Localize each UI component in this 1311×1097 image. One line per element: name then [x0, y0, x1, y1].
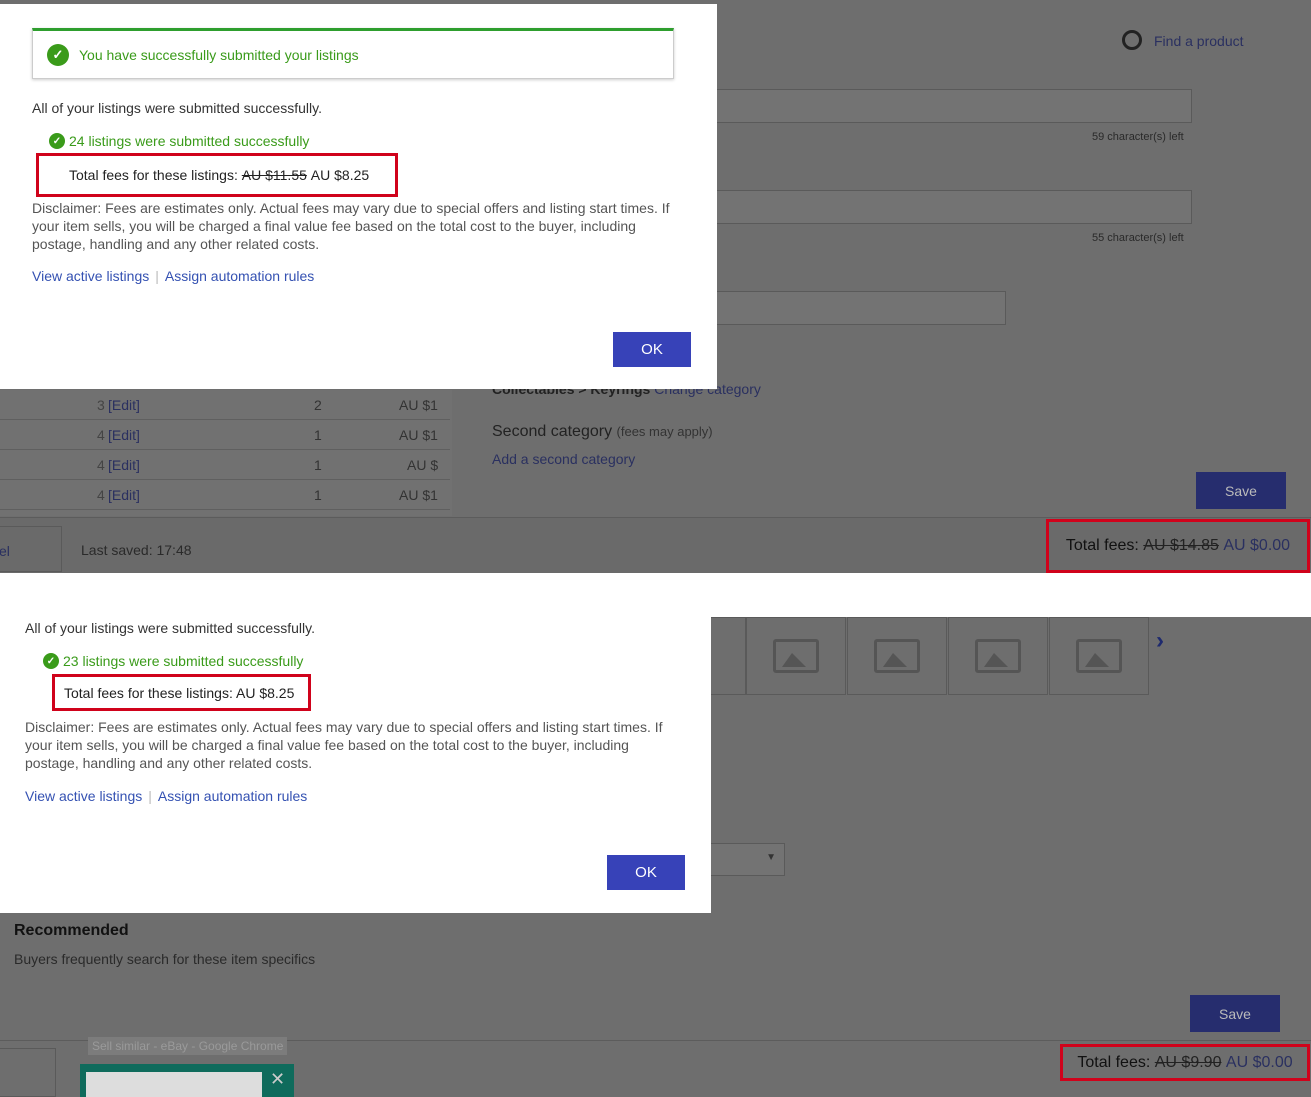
chevron-right-icon[interactable]: ›	[1156, 627, 1164, 655]
check-circle-icon: ✓	[43, 653, 59, 669]
taskbar-preview[interactable]: ✕	[80, 1064, 294, 1097]
ok-button[interactable]: OK	[613, 332, 691, 367]
photo-strip	[645, 617, 1150, 695]
taskbar-tooltip: Sell similar - eBay - Google Chrome	[88, 1037, 288, 1055]
listing-table: 3 [Edit] 2 AU $1 4 [Edit] 1 AU $1 4 [Edit] 1 AU $…	[0, 390, 452, 516]
search-icon[interactable]	[1122, 30, 1142, 50]
dropdown[interactable]: ▼	[700, 843, 785, 876]
ok-button[interactable]: OK	[607, 855, 685, 890]
success-dialog: All of your listings were submitted succ…	[0, 617, 711, 913]
image-placeholder-icon[interactable]	[874, 639, 920, 673]
close-icon[interactable]: ✕	[270, 1069, 285, 1090]
save-button[interactable]: Save	[1190, 995, 1280, 1032]
image-placeholder-icon[interactable]	[975, 639, 1021, 673]
sku-input[interactable]	[700, 291, 1006, 325]
view-active-listings-link[interactable]: View active listings	[32, 268, 149, 284]
table-row: 4 [Edit] 1 AU $1	[0, 420, 450, 450]
find-product-link[interactable]: Find a product	[1154, 33, 1244, 49]
success-dialog: ✓ You have successfully submitted your li…	[0, 4, 717, 389]
subtitle-input[interactable]	[700, 190, 1192, 224]
table-row: 4 [Edit] 1 AU $	[0, 450, 450, 480]
disclaimer: Disclaimer: Fees are estimates only. Act…	[25, 719, 663, 771]
second-category: Second category (fees may apply)	[492, 423, 713, 440]
check-circle-icon: ✓	[49, 133, 65, 149]
save-button[interactable]: Save	[1196, 472, 1286, 509]
image-placeholder-icon[interactable]	[773, 639, 819, 673]
table-row: 3 [Edit] 2 AU $1	[0, 390, 450, 420]
check-circle-icon: ✓	[47, 43, 69, 66]
recommended-subtext: Buyers frequently search for these item …	[14, 951, 316, 967]
success-banner: ✓ You have successfully submitted your li…	[32, 28, 674, 79]
total-fees-highlight: Total fees: AU $14.85 AU $0.00	[1046, 519, 1310, 573]
view-active-listings-link[interactable]: View active listings	[25, 788, 142, 804]
fees-highlight: Total fees for these listings: AU $8.25	[52, 674, 311, 711]
summary-text: All of your listings were submitted succ…	[25, 620, 315, 636]
fees-highlight: Total fees for these listings: AU $11.55…	[36, 153, 398, 197]
summary-text: All of your listings were submitted succ…	[32, 100, 322, 116]
count-text: ✓ 24 listings were submitted successfully	[49, 133, 309, 149]
image-placeholder-icon[interactable]	[1076, 639, 1122, 673]
assign-automation-rules-link[interactable]: Assign automation rules	[165, 268, 314, 284]
cancel-button[interactable]: el	[0, 526, 62, 572]
count-text: ✓ 23 listings were submitted successfully	[43, 653, 303, 669]
dialog-links: View active listings | Assign automation r…	[25, 788, 308, 804]
dialog-links: View active listings | Assign automation r…	[32, 268, 315, 284]
cancel-button[interactable]	[0, 1048, 56, 1097]
title-input[interactable]	[700, 89, 1192, 123]
bottom-screenshot: › ▼ Recommended Buyers frequently search…	[0, 617, 1311, 1097]
chars-left: 55 character(s) left	[1092, 232, 1184, 244]
total-fees-highlight: Total fees: AU $9.90 AU $0.00	[1060, 1044, 1310, 1081]
disclaimer: Disclaimer: Fees are estimates only. Act…	[32, 200, 670, 252]
recommended-heading: Recommended	[14, 922, 129, 939]
top-screenshot: Find a product 59 character(s) left 55 c…	[0, 0, 1311, 573]
assign-automation-rules-link[interactable]: Assign automation rules	[158, 788, 307, 804]
table-row: 4 [Edit] 1 AU $1	[0, 480, 450, 510]
last-saved: Last saved: 17:48	[81, 542, 192, 558]
chars-left: 59 character(s) left	[1092, 131, 1184, 143]
add-second-category-link[interactable]: Add a second category	[492, 451, 635, 467]
